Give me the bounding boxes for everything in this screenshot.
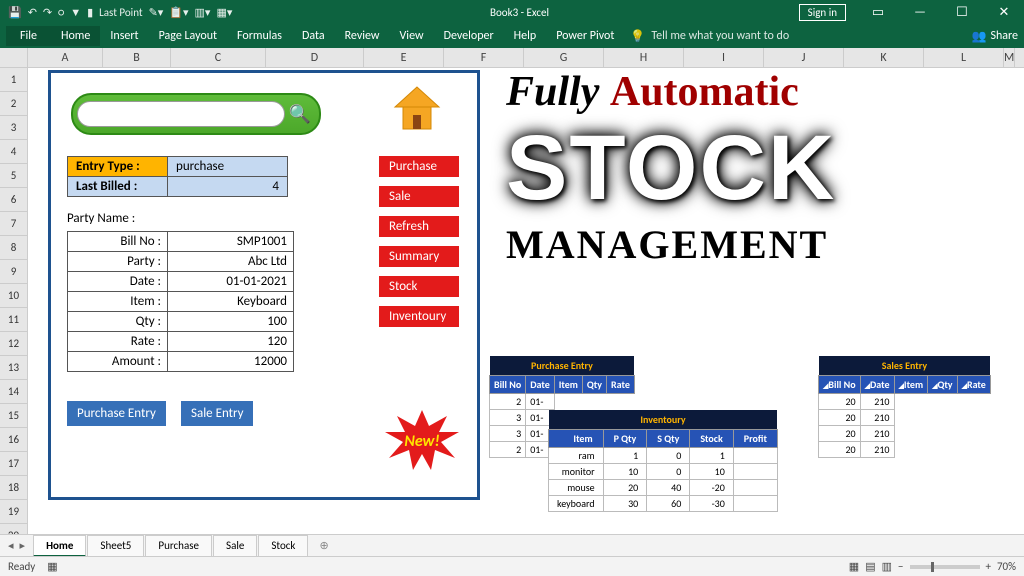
new-badge: New! bbox=[379, 408, 465, 479]
new-sheet-icon[interactable]: ⊕ bbox=[309, 539, 338, 552]
tab-home[interactable]: Home bbox=[51, 26, 100, 46]
clipboard-icon[interactable]: 📋▾ bbox=[169, 6, 188, 19]
bill-table: Bill No :SMP1001Party :Abc LtdDate :01-0… bbox=[67, 231, 294, 372]
home-icon[interactable] bbox=[389, 85, 445, 140]
sheet-tabs: ◂ ▸ HomeSheet5PurchaseSaleStock ⊕ bbox=[0, 534, 1024, 556]
doc-icon[interactable]: ▥▾ bbox=[195, 6, 211, 19]
view-normal-icon[interactable]: ▦ bbox=[849, 560, 859, 573]
search-input[interactable] bbox=[77, 101, 285, 127]
entry-info-table: Entry Type :purchase Last Billed :4 bbox=[67, 156, 288, 197]
status-ready: Ready bbox=[8, 560, 35, 573]
save-icon[interactable]: 💾 bbox=[8, 6, 22, 19]
svg-text:New!: New! bbox=[404, 432, 439, 451]
zoom-value[interactable]: 70% bbox=[997, 560, 1016, 573]
tab-insert[interactable]: Insert bbox=[100, 26, 148, 46]
sales-entry-table: Sales Entry ◢Bill No◢Date◢Item◢Qty◢Rate … bbox=[818, 356, 991, 458]
sheet-tab-purchase[interactable]: Purchase bbox=[145, 535, 212, 557]
nav-sale-button[interactable]: Sale bbox=[379, 186, 459, 207]
zoom-out-icon[interactable]: − bbox=[898, 560, 903, 573]
status-bar: Ready ▦ ▦ ▤ ▥ − + 70% bbox=[0, 556, 1024, 576]
ribbon-options-icon[interactable]: ▭ bbox=[858, 0, 898, 24]
lastpoint-label: Last Point bbox=[99, 6, 142, 19]
tab-review[interactable]: Review bbox=[335, 26, 390, 46]
bill-field-label: Date : bbox=[68, 272, 168, 292]
bill-field-value[interactable]: Abc Ltd bbox=[168, 252, 294, 272]
promo-graphic: Fully Automatic STOCK MANAGEMENT bbox=[506, 68, 1024, 268]
tab-formulas[interactable]: Formulas bbox=[227, 26, 292, 46]
zoom-in-icon[interactable]: + bbox=[986, 560, 991, 573]
bill-field-label: Party : bbox=[68, 252, 168, 272]
bill-field-value[interactable]: 01-01-2021 bbox=[168, 272, 294, 292]
close-icon[interactable]: ✕ bbox=[984, 0, 1024, 24]
bulb-icon: 💡 bbox=[630, 29, 645, 44]
signin-button[interactable]: Sign in bbox=[799, 4, 846, 21]
search-icon[interactable]: 🔍 bbox=[285, 103, 315, 125]
tab-view[interactable]: View bbox=[390, 26, 434, 46]
bill-field-value[interactable]: Keyboard bbox=[168, 292, 294, 312]
last-billed-value[interactable]: 4 bbox=[168, 177, 288, 197]
tab-pagelayout[interactable]: Page Layout bbox=[149, 26, 227, 46]
nav-inventoury-button[interactable]: Inventoury bbox=[379, 306, 459, 327]
maximize-icon[interactable]: ☐ bbox=[942, 0, 982, 24]
worksheet-grid[interactable]: 🔍 Entry Type :purchase Last Billed :4 Pa… bbox=[28, 68, 1024, 548]
undo-icon[interactable]: ↶ bbox=[28, 6, 37, 19]
last-billed-label: Last Billed : bbox=[68, 177, 168, 197]
bill-field-value[interactable]: SMP1001 bbox=[168, 232, 294, 252]
purchase-entry-button[interactable]: Purchase Entry bbox=[67, 401, 166, 426]
nav-summary-button[interactable]: Summary bbox=[379, 246, 459, 267]
party-name-label: Party Name : bbox=[67, 211, 135, 226]
sheet-next-icon[interactable]: ▸ bbox=[20, 539, 26, 552]
nav-refresh-button[interactable]: Refresh bbox=[379, 216, 459, 237]
search-bar[interactable]: 🔍 bbox=[71, 93, 321, 135]
sale-entry-button[interactable]: Sale Entry bbox=[181, 401, 253, 426]
bill-field-label: Item : bbox=[68, 292, 168, 312]
nav-stock-button[interactable]: Stock bbox=[379, 276, 459, 297]
entry-type-label: Entry Type : bbox=[68, 157, 168, 177]
bill-field-value[interactable]: 120 bbox=[168, 332, 294, 352]
chart-icon[interactable]: ▮ bbox=[87, 6, 93, 19]
window-title: Book3 - Excel bbox=[240, 6, 798, 19]
table-icon[interactable]: ▦▾ bbox=[216, 6, 232, 19]
tab-file[interactable]: File bbox=[6, 26, 51, 46]
redo-icon[interactable]: ↷ bbox=[43, 6, 52, 19]
sheet-tab-sheet5[interactable]: Sheet5 bbox=[87, 535, 144, 557]
tab-data[interactable]: Data bbox=[292, 26, 335, 46]
view-pagelayout-icon[interactable]: ▤ bbox=[865, 560, 875, 573]
sheet-prev-icon[interactable]: ◂ bbox=[8, 539, 14, 552]
minimize-icon[interactable]: — bbox=[900, 0, 940, 24]
inventoury-table: Inventoury ItemP QtyS QtyStockProfit ram… bbox=[548, 410, 778, 512]
row-headers[interactable]: 1234567891011121314151617181920 bbox=[0, 68, 28, 548]
bill-field-value[interactable]: 12000 bbox=[168, 352, 294, 372]
circle-icon[interactable]: ○ bbox=[58, 6, 64, 19]
entry-type-value[interactable]: purchase bbox=[168, 157, 288, 177]
bill-field-label: Bill No : bbox=[68, 232, 168, 252]
tab-powerpivot[interactable]: Power Pivot bbox=[546, 26, 624, 46]
macro-icon[interactable]: ▦ bbox=[47, 560, 57, 573]
pen-icon[interactable]: ✎▾ bbox=[149, 6, 164, 19]
ribbon-tabs: File Home Insert Page Layout Formulas Da… bbox=[0, 24, 1024, 48]
share-icon: 👥 bbox=[971, 29, 986, 44]
bill-field-value[interactable]: 100 bbox=[168, 312, 294, 332]
share-button[interactable]: 👥Share bbox=[971, 29, 1018, 44]
zoom-slider[interactable] bbox=[910, 565, 980, 569]
tellme-input[interactable]: 💡Tell me what you want to do bbox=[630, 29, 789, 44]
sheet-tab-home[interactable]: Home bbox=[33, 535, 86, 557]
bill-field-label: Qty : bbox=[68, 312, 168, 332]
tab-developer[interactable]: Developer bbox=[434, 26, 504, 46]
bill-field-label: Amount : bbox=[68, 352, 168, 372]
sheet-tab-stock[interactable]: Stock bbox=[258, 535, 308, 557]
view-pagebreak-icon[interactable]: ▥ bbox=[882, 560, 892, 573]
tab-help[interactable]: Help bbox=[504, 26, 547, 46]
column-headers[interactable]: ABCDEFGHIJKLM bbox=[0, 48, 1024, 68]
filter-icon[interactable]: ▼ bbox=[70, 6, 81, 19]
sheet-tab-sale[interactable]: Sale bbox=[213, 535, 257, 557]
nav-purchase-button[interactable]: Purchase bbox=[379, 156, 459, 177]
bill-field-label: Rate : bbox=[68, 332, 168, 352]
dashboard-panel: 🔍 Entry Type :purchase Last Billed :4 Pa… bbox=[48, 70, 480, 500]
